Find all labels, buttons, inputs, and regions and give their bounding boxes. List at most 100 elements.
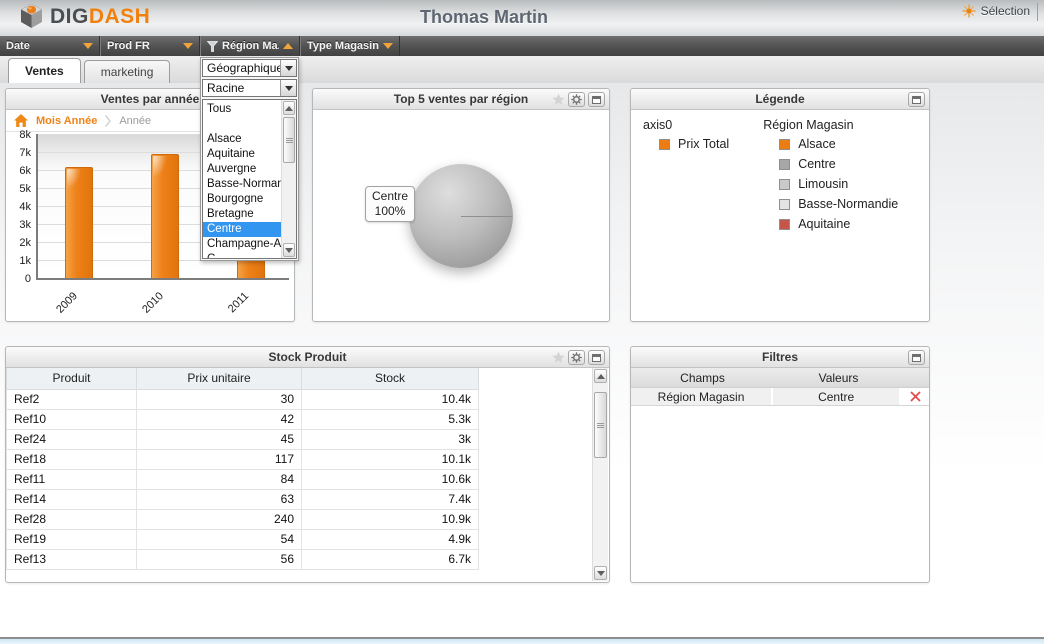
region-option[interactable]: Bourgogne [203, 192, 281, 207]
remove-filter-button[interactable] [901, 388, 929, 405]
bottom-status-strip [0, 637, 1044, 644]
maximize-button[interactable] [908, 92, 925, 107]
filter-value: Centre [773, 388, 901, 405]
panel-stock-produit: Stock Produit [5, 346, 610, 583]
region-option[interactable]: Centre [203, 222, 281, 237]
region-option[interactable]: Aquitaine [203, 147, 281, 162]
y-tick-label: 5k [19, 183, 31, 195]
bar-2010[interactable] [151, 154, 179, 278]
col-prix-unitaire[interactable]: Prix unitaire [137, 368, 302, 389]
maximize-icon [592, 96, 601, 104]
digdash-dashboard: DIGDASH Thomas Martin Sélection Date Pro… [0, 0, 1044, 644]
dropdown-button[interactable] [280, 80, 296, 96]
col-produit[interactable]: Produit [7, 368, 137, 389]
tab-ventes[interactable]: Ventes [8, 58, 81, 83]
settings-button[interactable] [568, 92, 585, 107]
scroll-thumb[interactable] [283, 117, 295, 163]
scroll-down-button[interactable] [594, 566, 607, 580]
chevron-down-icon [383, 43, 393, 49]
grip-icon [286, 138, 293, 143]
scroll-down-button[interactable] [283, 243, 295, 257]
region-option[interactable]: Champagne-Ar [203, 237, 281, 252]
table-row[interactable]: Ref24453k [7, 429, 479, 449]
cell-prix: 240 [137, 509, 302, 529]
tab-marketing[interactable]: marketing [84, 60, 171, 83]
sparkle-icon [962, 4, 976, 18]
region-option[interactable]: Alsace [203, 132, 281, 147]
table-row[interactable]: Ref1811710.1k [7, 449, 479, 469]
pie-slice-border [461, 216, 512, 217]
favorite-star-icon[interactable] [552, 351, 565, 364]
filters-table-header: Champs Valeurs [631, 368, 929, 388]
filter-prod-fr[interactable]: Prod FR [100, 36, 200, 56]
list-scrollbar[interactable] [281, 100, 296, 258]
breadcrumb-annee[interactable]: Année [119, 115, 151, 127]
app-header: DIGDASH Thomas Martin Sélection [0, 0, 1044, 36]
maximize-button[interactable] [588, 350, 605, 365]
hierarchy-select[interactable]: Géographique [202, 59, 297, 77]
cell-stock: 5.3k [302, 409, 479, 429]
y-tick-label: 4k [19, 201, 31, 213]
table-row[interactable]: Ref10425.3k [7, 409, 479, 429]
pie-data-label: Centre 100% [365, 186, 415, 222]
dropdown-button[interactable] [280, 60, 296, 76]
cell-produit: Ref13 [7, 549, 137, 569]
selection-button[interactable]: Sélection [962, 4, 1030, 18]
chevron-right-icon [105, 115, 111, 127]
bar-2009[interactable] [65, 167, 93, 278]
favorite-star-icon[interactable] [552, 93, 565, 106]
scroll-up-button[interactable] [594, 369, 607, 383]
grip-icon [597, 423, 604, 428]
stock-scrollbar[interactable] [592, 368, 608, 581]
table-row[interactable]: Ref2824010.9k [7, 509, 479, 529]
table-row[interactable]: Ref19544.9k [7, 529, 479, 549]
legend-item: Basse-Normandie [779, 197, 898, 211]
panel-top5-ventes-region: Top 5 ventes par région [312, 88, 610, 322]
y-tick-label: 1k [19, 255, 31, 267]
col-valeurs: Valeurs [774, 368, 903, 387]
home-icon[interactable] [14, 114, 28, 127]
cell-produit: Ref19 [7, 529, 137, 549]
selection-label: Sélection [981, 4, 1030, 18]
table-row[interactable]: Ref23010.4k [7, 389, 479, 409]
arrow-down-icon [285, 248, 293, 253]
legend-item: Limousin [779, 177, 898, 191]
region-option[interactable]: C [203, 252, 281, 259]
region-option[interactable]: Auvergne [203, 162, 281, 177]
filter-type-magasin[interactable]: Type Magasin [300, 36, 400, 56]
chevron-down-icon [183, 43, 193, 49]
panel-titlebar: Top 5 ventes par région [313, 89, 609, 110]
legend-swatch [779, 219, 790, 230]
cell-produit: Ref2 [7, 389, 137, 409]
legend-item: Prix Total [659, 137, 729, 151]
pie-chart: Centre 100% [313, 110, 609, 321]
region-option[interactable]: Basse-Normand [203, 177, 281, 192]
scroll-thumb[interactable] [594, 392, 607, 458]
cell-produit: Ref14 [7, 489, 137, 509]
scroll-up-button[interactable] [283, 101, 295, 115]
level-select[interactable]: Racine [202, 79, 297, 97]
legend-swatch [779, 139, 790, 150]
table-row[interactable]: Ref118410.6k [7, 469, 479, 489]
region-option[interactable] [203, 117, 281, 132]
cell-produit: Ref24 [7, 429, 137, 449]
filter-region-magasin[interactable]: Région Ma... [200, 36, 300, 56]
maximize-button[interactable] [908, 350, 925, 365]
table-row[interactable]: Ref14637.4k [7, 489, 479, 509]
maximize-button[interactable] [588, 92, 605, 107]
legend-column-header: axis0 [643, 118, 729, 132]
cell-stock: 3k [302, 429, 479, 449]
y-tick-label: 2k [19, 237, 31, 249]
settings-button[interactable] [568, 350, 585, 365]
breadcrumb-mois-annee[interactable]: Mois Année [36, 115, 97, 127]
region-option[interactable]: Tous [203, 102, 281, 117]
cell-stock: 4.9k [302, 529, 479, 549]
panel-title: Ventes par année [101, 92, 200, 106]
table-row[interactable]: Ref13566.7k [7, 549, 479, 569]
region-option[interactable]: Bretagne [203, 207, 281, 222]
filter-date[interactable]: Date [0, 36, 100, 56]
col-stock[interactable]: Stock [302, 368, 479, 389]
y-tick-label: 6k [19, 165, 31, 177]
x-tick-label: 2009 [54, 290, 80, 316]
panel-filtres: Filtres Champs Valeurs Région Magasin Ce… [630, 346, 930, 583]
